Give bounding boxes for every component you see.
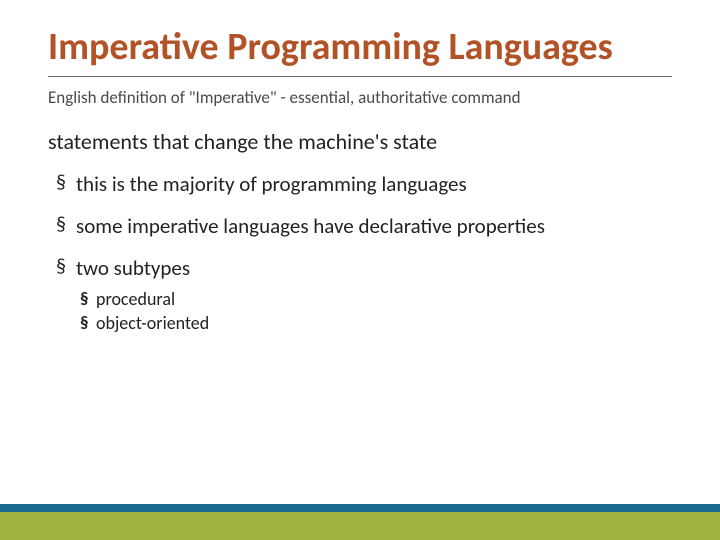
bullet-text: some imperative languages have declarati… [76, 213, 545, 239]
subtitle: English definition of "Imperative" - ess… [48, 87, 672, 108]
footer-bar-top [0, 504, 720, 512]
list-item: procedural [76, 288, 672, 311]
list-item: some imperative languages have declarati… [48, 213, 672, 239]
sub-list: procedural object-oriented [76, 288, 672, 335]
list-item: this is the majority of programming lang… [48, 171, 672, 197]
footer-bar-bottom [0, 512, 720, 540]
sub-bullet-text: procedural [96, 288, 175, 310]
title-underline [48, 76, 672, 77]
footer-bars [0, 504, 720, 540]
slide: Imperative Programming Languages English… [0, 0, 720, 540]
sub-bullet-text: object-oriented [96, 312, 209, 334]
bullet-text: two subtypes [76, 255, 190, 281]
bullet-list: this is the majority of programming lang… [48, 171, 672, 335]
bullet-text: this is the majority of programming lang… [76, 171, 467, 197]
list-item: object-oriented [76, 312, 672, 335]
list-item: two subtypes procedural object-oriented [48, 255, 672, 334]
slide-title: Imperative Programming Languages [48, 28, 672, 74]
lead-text: statements that change the machine's sta… [48, 128, 672, 155]
